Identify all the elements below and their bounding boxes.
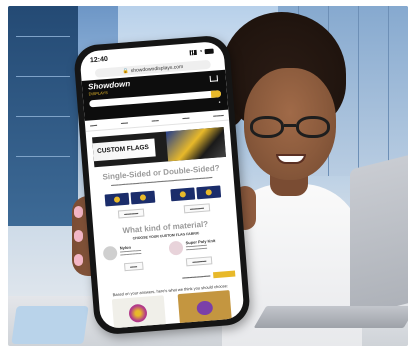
desk-notebook — [11, 306, 89, 344]
material-option-nylon[interactable]: Nylon ▬▬▬▬▬▬▬ ▬▬▬▬▬▬▬ — [102, 241, 166, 261]
quote-button[interactable] — [212, 270, 236, 278]
single-sided-button[interactable]: ▬▬▬▬ — [117, 208, 145, 219]
flag-thumbnail — [196, 184, 222, 199]
material-desc: ▬▬▬▬▬▬▬ ▬▬▬▬▬▬▬ — [119, 247, 142, 257]
phone-screen: 12:40 ◔ 🔒 showdowndisplays.com Showdown … — [79, 40, 245, 330]
nav-item[interactable]: ▬▬ — [152, 118, 159, 123]
background-building — [8, 6, 78, 226]
material-swatch — [102, 245, 118, 261]
battery-icon — [204, 48, 214, 54]
knit-button[interactable]: ▬▬▬▬ — [186, 255, 213, 266]
glasses — [250, 116, 334, 140]
recommendation-card[interactable] — [111, 294, 166, 329]
nav-item[interactable]: ▬▬ — [90, 123, 97, 128]
laptop-base — [253, 306, 408, 328]
material-option-knit[interactable]: Super Poly Knit ▬▬▬▬▬▬▬ ▬▬▬▬▬▬▬ — [168, 236, 231, 256]
signal-icon — [189, 49, 197, 55]
double-sided-button[interactable]: ▬▬▬▬ — [183, 202, 211, 213]
status-time: 12:40 — [89, 55, 109, 64]
laptop — [350, 154, 408, 318]
quote-text: ▬▬▬▬▬▬▬▬ — [182, 273, 211, 280]
flag-thumbnail — [170, 186, 196, 201]
nav-item[interactable]: ▬▬ — [121, 120, 128, 125]
single-sided-preview[interactable] — [104, 190, 156, 206]
recommendation-card[interactable] — [177, 289, 232, 324]
search-button[interactable] — [210, 90, 222, 98]
flag-thumbnail — [104, 192, 130, 206]
cart-icon[interactable] — [209, 75, 219, 82]
banner-image — [165, 126, 226, 162]
nav-item[interactable]: ▬▬ — [182, 116, 189, 121]
material-swatch — [168, 240, 184, 256]
wifi-icon: ◔ — [198, 47, 203, 56]
hero-banner: CUSTOM FLAGS — [92, 126, 226, 168]
photo-scene: 12:40 ◔ 🔒 showdowndisplays.com Showdown … — [8, 6, 408, 346]
smartphone: 12:40 ◔ 🔒 showdowndisplays.com Showdown … — [72, 34, 252, 336]
material-desc: ▬▬▬▬▬▬▬ ▬▬▬▬▬▬▬ — [185, 242, 208, 252]
url-text: showdowndisplays.com — [130, 63, 184, 74]
nav-item[interactable]: ▬▬▬ — [213, 113, 224, 118]
nylon-button[interactable]: ▬▬ — [123, 261, 144, 271]
flag-thumbnail — [130, 190, 156, 204]
account-icon[interactable]: ● — [218, 100, 220, 104]
double-sided-preview[interactable] — [170, 184, 222, 201]
lock-icon: 🔒 — [122, 67, 130, 75]
